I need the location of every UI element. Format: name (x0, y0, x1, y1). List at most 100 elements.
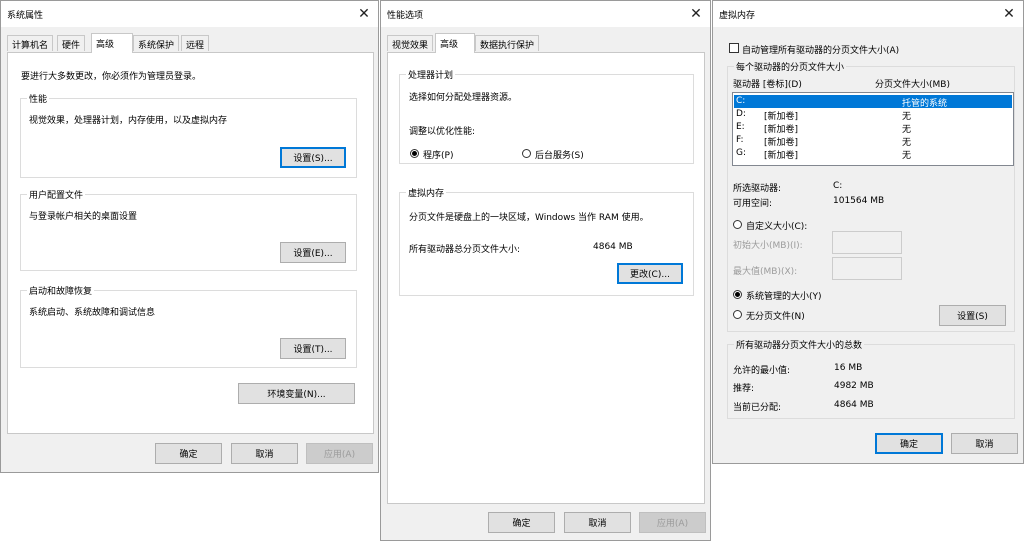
drive-letter: E: (736, 122, 745, 132)
admin-note: 要进行大多数更改，你必须作为管理员登录。 (21, 72, 202, 82)
ok-button[interactable]: 确定 (488, 512, 555, 533)
background-services-radio[interactable] (522, 149, 531, 158)
title-bar: 性能选项 ✕ (381, 1, 710, 27)
size-column-header: 分页文件大小(MB) (875, 80, 950, 90)
change-button[interactable]: 更改(C)... (617, 263, 683, 284)
system-managed-label[interactable]: 系统管理的大小(Y) (746, 289, 822, 302)
selected-drive-value: C: (833, 181, 843, 191)
close-icon[interactable]: ✕ (995, 1, 1023, 27)
apply-button[interactable]: 应用(A) (306, 443, 373, 464)
user-profile-label: 用户配置文件 (27, 188, 86, 201)
startup-recovery-label: 启动和故障恢复 (27, 284, 95, 297)
list-item[interactable]: D: [新加卷] 无 (734, 108, 1012, 122)
processor-scheduling-group: 处理器计划 选择如何分配处理器资源。 调整以优化性能: 程序(P) 后台服务(S… (399, 68, 694, 164)
drive-letter: C: (736, 96, 746, 106)
auto-manage-checkbox[interactable] (729, 43, 739, 53)
virtual-memory-group: 虚拟内存 分页文件是硬盘上的一块区域，Windows 当作 RAM 使用。 所有… (399, 186, 694, 296)
paging-file-desc: 分页文件是硬盘上的一块区域，Windows 当作 RAM 使用。 (409, 213, 649, 223)
user-profile-settings-button[interactable]: 设置(E)... (280, 242, 346, 263)
no-paging-radio[interactable] (733, 310, 742, 319)
total-paging-label: 所有驱动器总分页文件大小: (409, 245, 521, 255)
performance-desc: 视觉效果，处理器计划，内存使用，以及虚拟内存 (29, 116, 228, 126)
tab-system-protection[interactable]: 系统保护 (133, 35, 180, 51)
title-bar: 系统属性 ✕ (1, 1, 378, 27)
close-icon[interactable]: ✕ (682, 1, 710, 27)
advanced-panel: 处理器计划 选择如何分配处理器资源。 调整以优化性能: 程序(P) 后台服务(S… (387, 52, 705, 504)
tab-computer-name[interactable]: 计算机名 (7, 35, 54, 51)
custom-size-radio[interactable] (733, 220, 742, 229)
min-allowed-label: 允许的最小值: (733, 366, 791, 376)
window-title: 性能选项 (387, 11, 424, 21)
currently-allocated-label: 当前已分配: (733, 403, 782, 413)
startup-recovery-group: 启动和故障恢复 系统启动、系统故障和调试信息 设置(T)... (20, 284, 357, 368)
performance-options-window: 性能选项 ✕ 视觉效果 高级 数据执行保护 处理器计划 选择如何分配处理器资源。… (380, 0, 711, 541)
total-paging-value: 4864 MB (593, 242, 633, 252)
title-bar: 虚拟内存 ✕ (713, 1, 1023, 27)
virtual-memory-window: 虚拟内存 ✕ 自动管理所有驱动器的分页文件大小(A) 每个驱动器的分页文件大小 … (712, 0, 1024, 464)
auto-manage-label[interactable]: 自动管理所有驱动器的分页文件大小(A) (742, 43, 899, 56)
performance-settings-button[interactable]: 设置(S)... (280, 147, 346, 168)
drive-size: 无 (902, 151, 912, 161)
min-allowed-value: 16 MB (834, 363, 863, 373)
drive-letter: F: (736, 135, 744, 145)
free-space-label: 可用空间: (733, 199, 773, 209)
custom-size-label[interactable]: 自定义大小(C): (746, 219, 807, 232)
performance-group: 性能 视觉效果，处理器计划，内存使用，以及虚拟内存 设置(S)... (20, 92, 357, 178)
performance-label: 性能 (27, 92, 50, 105)
per-drive-group: 每个驱动器的分页文件大小 驱动器 [卷标](D) 分页文件大小(MB) C: 托… (727, 60, 1015, 332)
user-profile-desc: 与登录帐户相关的桌面设置 (29, 212, 138, 222)
drive-letter: G: (736, 148, 747, 158)
drive-letter: D: (736, 109, 746, 119)
drive-column-header: 驱动器 [卷标](D) (733, 80, 802, 90)
virtual-memory-label: 虚拟内存 (406, 186, 447, 199)
list-item[interactable]: F: [新加卷] 无 (734, 134, 1012, 148)
currently-allocated-value: 4864 MB (834, 400, 874, 410)
ok-button[interactable]: 确定 (155, 443, 222, 464)
tab-hardware[interactable]: 硬件 (57, 35, 86, 51)
recommended-value: 4982 MB (834, 381, 874, 391)
ok-button[interactable]: 确定 (875, 433, 943, 454)
processor-scheduling-desc: 选择如何分配处理器资源。 (409, 93, 518, 103)
max-size-input[interactable] (832, 257, 902, 280)
programs-radio-label[interactable]: 程序(P) (423, 148, 453, 161)
cancel-button[interactable]: 取消 (951, 433, 1018, 454)
system-properties-window: 系统属性 ✕ 计算机名 硬件 高级 系统保护 远程 要进行大多数更改，你必须作为… (0, 0, 379, 473)
programs-radio[interactable] (410, 149, 419, 158)
list-item[interactable]: C: 托管的系统 (734, 95, 1012, 109)
totals-label: 所有驱动器分页文件大小的总数 (734, 338, 865, 351)
tab-advanced[interactable]: 高级 (435, 33, 475, 53)
startup-recovery-settings-button[interactable]: 设置(T)... (280, 338, 346, 359)
drive-list[interactable]: C: 托管的系统 D: [新加卷] 无 E: [新加卷] 无 F: [新加卷] … (732, 92, 1014, 166)
environment-variables-button[interactable]: 环境变量(N)... (238, 383, 355, 404)
tab-advanced[interactable]: 高级 (91, 33, 133, 53)
initial-size-input[interactable] (832, 231, 902, 254)
no-paging-label[interactable]: 无分页文件(N) (746, 309, 805, 322)
drive-label: [新加卷] (764, 151, 799, 161)
tab-dep[interactable]: 数据执行保护 (475, 35, 540, 51)
list-item[interactable]: E: [新加卷] 无 (734, 121, 1012, 135)
cancel-button[interactable]: 取消 (564, 512, 631, 533)
window-title: 虚拟内存 (719, 11, 756, 21)
startup-recovery-desc: 系统启动、系统故障和调试信息 (29, 308, 156, 318)
background-services-label[interactable]: 后台服务(S) (535, 148, 584, 161)
free-space-value: 101564 MB (833, 196, 885, 206)
window-title: 系统属性 (7, 11, 44, 21)
tab-remote[interactable]: 远程 (181, 35, 210, 51)
list-item[interactable]: G: [新加卷] 无 (734, 147, 1012, 161)
set-button[interactable]: 设置(S) (939, 305, 1006, 326)
advanced-panel: 要进行大多数更改，你必须作为管理员登录。 性能 视觉效果，处理器计划，内存使用，… (7, 52, 374, 434)
selected-drive-label: 所选驱动器: (733, 184, 782, 194)
initial-size-label: 初始大小(MB)(I): (733, 241, 803, 251)
close-icon[interactable]: ✕ (350, 1, 378, 27)
user-profile-group: 用户配置文件 与登录帐户相关的桌面设置 设置(E)... (20, 188, 357, 271)
recommended-label: 推荐: (733, 384, 755, 394)
max-size-label: 最大值(MB)(X): (733, 267, 798, 277)
processor-scheduling-label: 处理器计划 (406, 68, 456, 81)
adjust-label: 调整以优化性能: (409, 127, 476, 137)
per-drive-label: 每个驱动器的分页文件大小 (734, 60, 847, 73)
totals-group: 所有驱动器分页文件大小的总数 允许的最小值: 16 MB 推荐: 4982 MB… (727, 338, 1015, 419)
system-managed-radio[interactable] (733, 290, 742, 299)
cancel-button[interactable]: 取消 (231, 443, 298, 464)
tab-visual-effects[interactable]: 视觉效果 (387, 35, 434, 51)
apply-button[interactable]: 应用(A) (639, 512, 706, 533)
